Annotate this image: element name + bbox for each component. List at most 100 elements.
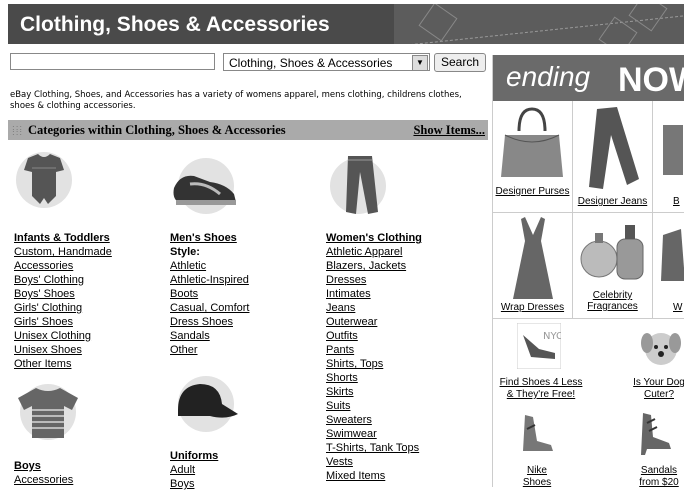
list-item[interactable]: Custom, Handmade <box>14 246 112 260</box>
category-select-value: Clothing, Shoes & Accessories <box>229 56 393 70</box>
tile-label: Wrap Dresses <box>500 302 565 313</box>
show-items-link[interactable]: Show Items... <box>413 123 485 138</box>
promo-line: Sandals <box>640 465 678 476</box>
puppy-image[interactable] <box>637 321 684 369</box>
list-item[interactable]: Accessories <box>14 474 73 488</box>
promo-find-shoes[interactable]: Find Shoes 4 Less & They're Free! <box>493 377 589 401</box>
category-boys[interactable]: Boys <box>14 460 73 474</box>
tile-partial[interactable]: B <box>653 101 684 213</box>
category-womens-clothing[interactable]: Women's Clothing <box>326 232 422 246</box>
list-item[interactable]: Boys <box>170 478 218 492</box>
category-description: eBay Clothing, Shoes, and Accessories ha… <box>10 90 462 111</box>
header-decoration <box>394 4 684 44</box>
list-item[interactable]: Athletic Apparel <box>326 246 422 260</box>
list-item[interactable]: Other <box>170 344 249 358</box>
tile-label: Designer Jeans <box>577 196 648 207</box>
tile-designer-purses[interactable]: Designer Purses <box>493 101 573 213</box>
list-item[interactable]: T-Shirts, Tank Tops <box>326 442 422 456</box>
list-item[interactable]: Vests <box>326 456 422 470</box>
nyc-badge: NYC <box>543 331 561 342</box>
promo-nike-shoes[interactable]: Nike Shoes <box>507 465 567 489</box>
promo-line: Shoes <box>522 477 552 488</box>
banner-word-now: NOW <box>618 61 684 99</box>
tile-label: Designer Purses <box>495 186 570 197</box>
perfume-image <box>580 225 644 280</box>
list-item[interactable]: Sandals <box>170 330 249 344</box>
column-mens-shoes: Men's Shoes Style: Athletic Athletic-Ins… <box>170 232 249 358</box>
list-item[interactable]: Other Items <box>14 358 112 372</box>
list-item[interactable]: Unisex Shoes <box>14 344 112 358</box>
infant-romper-image[interactable] <box>14 148 74 212</box>
page-header: Clothing, Shoes & Accessories <box>8 4 684 44</box>
list-item[interactable]: Suits <box>326 400 422 414</box>
list-item[interactable]: Blazers, Jackets <box>326 260 422 274</box>
list-item[interactable]: Boys' Clothing <box>14 274 112 288</box>
tile-celebrity-fragrances[interactable]: Celebrity Fragrances <box>573 213 653 319</box>
ending-now-panel: ending NOW Designer Purses Designer Jean… <box>492 55 684 489</box>
list-item[interactable]: Athletic <box>170 260 249 274</box>
list-item[interactable]: Swimwear <box>326 428 422 442</box>
list-item[interactable]: Intimates <box>326 288 422 302</box>
list-item[interactable]: Adult <box>170 464 218 478</box>
list-item[interactable]: Unisex Clothing <box>14 330 112 344</box>
sandal-image[interactable] <box>637 409 677 457</box>
partial-image <box>663 125 683 175</box>
list-item[interactable]: Mixed Items <box>326 470 422 484</box>
tile-designer-jeans[interactable]: Designer Jeans <box>573 101 653 213</box>
partial-image <box>661 229 684 281</box>
page-title: Clothing, Shoes & Accessories <box>20 13 330 36</box>
list-item[interactable]: Shirts, Tops <box>326 358 422 372</box>
search-button[interactable]: Search <box>434 53 486 72</box>
promo-line: Cuter? <box>643 389 674 400</box>
list-item[interactable]: Jeans <box>326 302 422 316</box>
promo-line: Find Shoes 4 Less <box>499 377 583 388</box>
list-item[interactable]: Accessories <box>14 260 112 274</box>
category-mens-shoes[interactable]: Men's Shoes <box>170 232 249 246</box>
list-item[interactable]: Girls' Clothing <box>14 302 112 316</box>
list-item[interactable]: Dress Shoes <box>170 316 249 330</box>
tile-label: Celebrity Fragrances <box>587 290 638 312</box>
list-item[interactable]: Outerwear <box>326 316 422 330</box>
column-uniforms: Uniforms Adult Boys <box>170 450 218 492</box>
category-select[interactable]: Clothing, Shoes & Accessories ▼ <box>223 53 430 71</box>
list-item[interactable]: Shorts <box>326 372 422 386</box>
tile-label: B <box>673 196 680 207</box>
list-item[interactable]: Casual, Comfort <box>170 302 249 316</box>
list-item[interactable]: Sweaters <box>326 414 422 428</box>
category-infants-toddlers[interactable]: Infants & Toddlers <box>14 232 112 246</box>
womens-jeans-image[interactable] <box>326 150 390 218</box>
promo-sandals[interactable]: Sandals from $20 <box>629 465 684 489</box>
categories-bar: :::::: Categories within Clothing, Shoes… <box>8 120 488 140</box>
column-boys: Boys Accessories <box>14 460 73 488</box>
uniform-cap-image[interactable] <box>170 372 242 436</box>
list-item[interactable]: Boots <box>170 288 249 302</box>
column-infants: Infants & Toddlers Custom, Handmade Acce… <box>14 232 112 372</box>
tile-partial[interactable]: W <box>653 213 684 319</box>
column-womens-clothing: Women's Clothing Athletic Apparel Blazer… <box>326 232 422 484</box>
list-item[interactable]: Dresses <box>326 274 422 288</box>
boys-shirt-image[interactable] <box>12 380 84 444</box>
category-uniforms[interactable]: Uniforms <box>170 450 218 464</box>
promo-line: Is Your Dog <box>633 377 684 388</box>
promo-line: & They're Free! <box>506 389 576 400</box>
promo-dog-contest[interactable]: Is Your Dog Cuter? <box>619 377 684 401</box>
list-item[interactable]: Girls' Shoes <box>14 316 112 330</box>
tile-wrap-dresses[interactable]: Wrap Dresses <box>493 213 573 319</box>
nike-shoe-image[interactable] <box>517 411 557 455</box>
nyc-shoe-image[interactable]: NYC <box>517 323 561 369</box>
tile-label: W <box>673 302 683 313</box>
list-item[interactable]: Boys' Shoes <box>14 288 112 302</box>
mens-shoe-image[interactable] <box>170 152 242 216</box>
jeans-image <box>589 107 639 189</box>
list-item[interactable]: Skirts <box>326 386 422 400</box>
list-item[interactable]: Athletic-Inspired <box>170 274 249 288</box>
chevron-down-icon[interactable]: ▼ <box>412 55 428 71</box>
promo-line: Nike <box>526 465 547 476</box>
list-item[interactable]: Outfits <box>326 330 422 344</box>
categories-title: Categories within Clothing, Shoes & Acce… <box>28 123 286 137</box>
promo-line: from $20 <box>639 477 679 488</box>
ending-now-banner[interactable]: ending NOW <box>493 55 684 101</box>
list-item[interactable]: Pants <box>326 344 422 358</box>
banner-word-ending: ending <box>506 61 591 92</box>
search-input[interactable] <box>10 53 215 70</box>
